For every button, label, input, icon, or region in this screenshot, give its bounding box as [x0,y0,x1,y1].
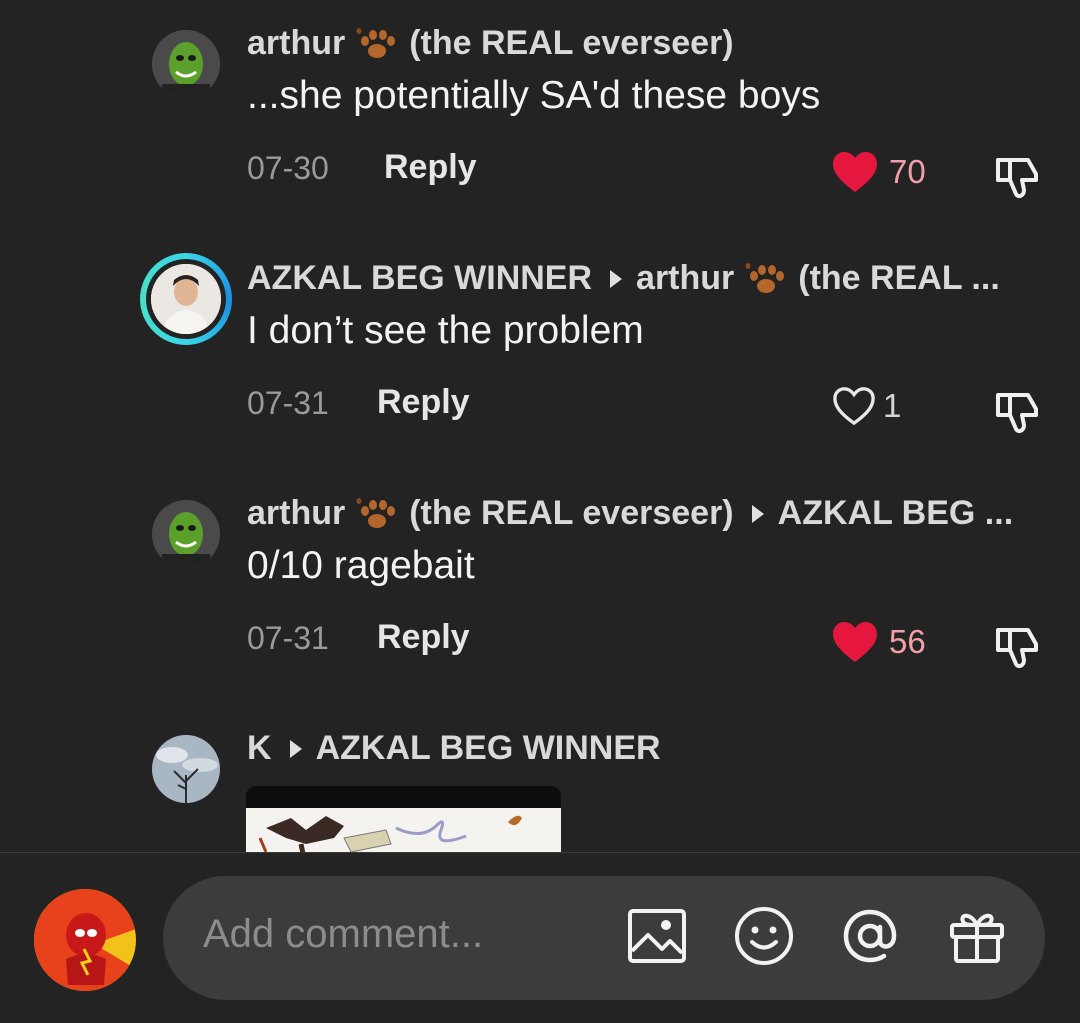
comment-header: AZKAL BEG WINNER arthur (the REAL ... [247,259,1000,298]
like-count: 70 [889,153,926,190]
author-suffix: (the REAL everseer) [409,24,734,62]
current-user-avatar[interactable] [34,889,136,991]
user-avatar-tree-sky[interactable] [152,735,220,803]
paw-icon [353,497,399,531]
author-name[interactable]: K [247,729,272,768]
user-avatar-story-ring[interactable] [140,253,232,345]
author-name[interactable]: arthur [247,494,345,533]
author-suffix: (the REAL everseer) [409,494,734,532]
image-icon[interactable] [626,905,688,967]
user-avatar-green-mask[interactable] [152,30,220,98]
comments-screen: arthur (the REAL everseer) ...she potent… [0,0,1080,1023]
dislike-button[interactable] [992,387,1042,437]
comment-header: K AZKAL BEG WINNER [247,729,661,768]
thumbs-down-icon [996,158,1038,199]
dislike-button[interactable] [992,152,1042,202]
paw-icon [353,27,399,61]
reply-arrow-icon [289,739,302,758]
dislike-button[interactable] [992,622,1042,672]
comment-input-placeholder: Add comment... [203,912,484,956]
comment-text: I don’t see the problem [247,309,644,352]
reply-to-name[interactable]: AZKAL BEG ... [778,494,1014,533]
author-name[interactable]: arthur [247,24,345,63]
heart-outline-icon [833,387,875,426]
comment-text: 0/10 ragebait [247,544,475,587]
reply-arrow-icon [610,269,623,288]
comment-date: 07-30 [247,150,329,186]
comment-header: arthur (the REAL everseer) [247,24,734,63]
comment-date: 07-31 [247,620,329,656]
reply-arrow-icon [751,504,764,523]
thumbs-down-icon [996,628,1038,669]
thumbs-down-icon [996,393,1038,434]
mention-icon[interactable] [839,905,901,967]
user-avatar-green-mask[interactable] [152,500,220,568]
attachment-drawing [246,808,561,856]
like-count: 1 [883,387,902,424]
like-button[interactable]: 70 [831,150,926,194]
emoji-icon[interactable] [733,905,795,967]
gift-icon[interactable] [946,905,1008,967]
reply-button[interactable]: Reply [377,618,470,657]
reply-to-name[interactable]: AZKAL BEG WINNER [316,729,661,768]
comment-image-attachment[interactable] [246,786,561,856]
like-button[interactable]: 56 [831,620,926,664]
heart-filled-icon [833,152,877,192]
comment-input[interactable]: Add comment... [163,876,1045,1000]
comment-header: arthur (the REAL everseer) AZKAL BEG ... [247,494,1013,533]
reply-button[interactable]: Reply [377,383,470,422]
user-avatar-portrait [151,264,221,334]
like-button[interactable]: 1 [831,385,901,427]
comment-date: 07-31 [247,385,329,421]
reply-button[interactable]: Reply [384,148,477,187]
paw-icon [742,262,788,296]
like-count: 56 [889,623,926,660]
author-name[interactable]: AZKAL BEG WINNER [247,259,592,298]
reply-to-suffix: (the REAL ... [798,259,1000,297]
reply-to-name[interactable]: arthur [636,259,734,298]
comment-text: ...she potentially SA'd these boys [247,74,821,117]
heart-filled-icon [833,622,877,662]
